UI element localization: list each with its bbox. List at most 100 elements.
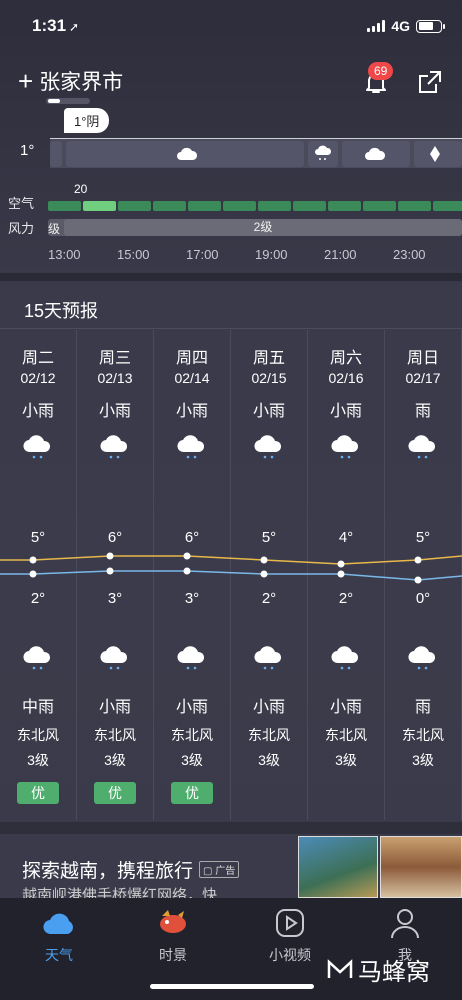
cloud-rain-icon — [331, 646, 359, 670]
location-arrow-icon: ➚ — [69, 20, 80, 34]
ad-image-bridge[interactable] — [298, 836, 378, 898]
play-icon — [276, 909, 304, 937]
day-condition: 小雨 — [98, 403, 131, 420]
section-divider — [0, 822, 462, 834]
hour-label: 21:00 — [324, 247, 357, 262]
tab-weather[interactable]: 天气 — [14, 906, 104, 965]
status-time: 1:31 ➚ — [32, 16, 80, 35]
current-temp-label: 1° — [20, 142, 35, 159]
watermark-logo-icon — [327, 958, 353, 978]
aqi-bar[interactable] — [48, 201, 462, 211]
hour-label: 13:00 — [48, 247, 81, 262]
wind-bar[interactable]: 级 2级 — [48, 219, 462, 236]
home-indicator[interactable] — [150, 984, 314, 989]
air-quality-badge: 优 — [17, 782, 59, 804]
high-temp-line-point — [29, 556, 37, 564]
cloud-rain-icon — [254, 435, 282, 459]
low-temp-line-point — [29, 570, 37, 578]
page-indicator — [46, 98, 90, 104]
wind-direction: 东北风 — [402, 727, 444, 743]
share-icon[interactable] — [416, 68, 444, 96]
low-temp-line-point — [337, 570, 345, 578]
wind-level: 3级 — [335, 752, 357, 768]
hour-labels: 13:00 15:00 17:00 19:00 21:00 23:00 — [48, 247, 462, 262]
high-temp-line-point — [106, 552, 114, 560]
low-temp: 3° — [184, 590, 200, 607]
hour-label: 15:00 — [117, 247, 150, 262]
day-date: 02/16 — [328, 370, 364, 386]
cloud-rain-icon — [177, 646, 205, 670]
day-condition: 小雨 — [329, 403, 362, 420]
low-temp: 0° — [415, 590, 431, 607]
day-condition: 小雨 — [21, 403, 54, 420]
hourly-condition-bar[interactable] — [50, 138, 462, 168]
city-name: 张家界市 — [39, 71, 124, 94]
forecast-title-divider — [0, 328, 462, 329]
day-date: 02/17 — [405, 370, 441, 386]
tab-label: 时景 — [159, 947, 187, 963]
cloud-rain-icon — [100, 435, 128, 459]
cloud-rain-icon — [408, 646, 436, 670]
night-condition: 小雨 — [98, 699, 131, 716]
section-divider — [0, 273, 462, 281]
cloud-rain-icon — [254, 646, 282, 670]
watermark: 马蜂窝 — [326, 952, 430, 987]
night-condition: 小雨 — [252, 699, 285, 716]
high-temp-line-point — [260, 556, 268, 564]
wind-level: 3级 — [104, 752, 126, 768]
air-quality-badge: 优 — [94, 782, 136, 804]
tab-label: 小视频 — [269, 947, 311, 963]
air-quality-badge: 优 — [171, 782, 213, 804]
day-date: 02/15 — [251, 370, 287, 386]
cloud-rain-icon — [177, 435, 205, 459]
ad-title[interactable]: 探索越南，携程旅行 ▢ 广告 — [22, 856, 240, 883]
city-selector[interactable]: + 张家界市 — [18, 66, 123, 96]
day-of-week: 周五 — [252, 350, 285, 367]
day-condition: 小雨 — [175, 403, 208, 420]
battery-icon — [416, 19, 445, 33]
cloud-rain-icon — [100, 646, 128, 670]
cloud-rain-icon — [331, 435, 359, 459]
wind-level: 3级 — [412, 752, 434, 768]
low-temp-line — [0, 570, 462, 581]
day-of-week: 周日 — [406, 350, 439, 367]
watermark-text: 马蜂窝 — [358, 959, 430, 986]
hour-label: 23:00 — [393, 247, 426, 262]
network-label: 4G — [391, 18, 410, 34]
forecast-title[interactable]: 15天预报 — [24, 297, 98, 323]
ad-image-temple[interactable] — [380, 836, 462, 898]
signal-icon — [367, 20, 386, 32]
ad-title-text: 探索越南，携程旅行 — [22, 861, 194, 882]
day-date: 02/13 — [97, 370, 133, 386]
cloud-rain-icon — [315, 145, 332, 160]
temperature-curves — [0, 552, 462, 584]
day-of-week: 周二 — [21, 350, 54, 367]
day-of-week: 周四 — [175, 350, 208, 367]
current-weather-tip: 1°阴 — [64, 108, 110, 133]
wind-direction: 东北风 — [325, 727, 367, 743]
low-temp-line-point — [183, 567, 191, 575]
night-condition: 小雨 — [175, 699, 208, 716]
cloud-icon — [365, 147, 386, 160]
hour-label: 17:00 — [186, 247, 219, 262]
tab-scenery[interactable]: 时景 — [128, 906, 218, 965]
high-temp-line-point — [337, 560, 345, 568]
wind-direction: 东北风 — [248, 727, 290, 743]
wind-direction: 东北风 — [17, 727, 59, 743]
snow-diamond-icon — [430, 146, 440, 162]
fish-icon — [160, 910, 186, 933]
night-condition: 小雨 — [329, 699, 362, 716]
wind-prev-level: 级 — [48, 222, 61, 236]
night-condition: 雨 — [414, 699, 431, 716]
tab-short-video[interactable]: 小视频 — [245, 906, 335, 965]
aqi-row-label: 空气 — [8, 196, 35, 211]
high-temp-line — [0, 555, 462, 565]
day-of-week: 周六 — [329, 350, 362, 367]
low-temp: 3° — [107, 590, 123, 607]
wind-level: 3级 — [258, 752, 280, 768]
high-temp-line-point — [414, 556, 422, 564]
user-icon — [391, 909, 419, 939]
add-city-icon[interactable]: + — [18, 68, 33, 94]
day-condition: 小雨 — [252, 403, 285, 420]
day-date: 02/14 — [174, 370, 210, 386]
